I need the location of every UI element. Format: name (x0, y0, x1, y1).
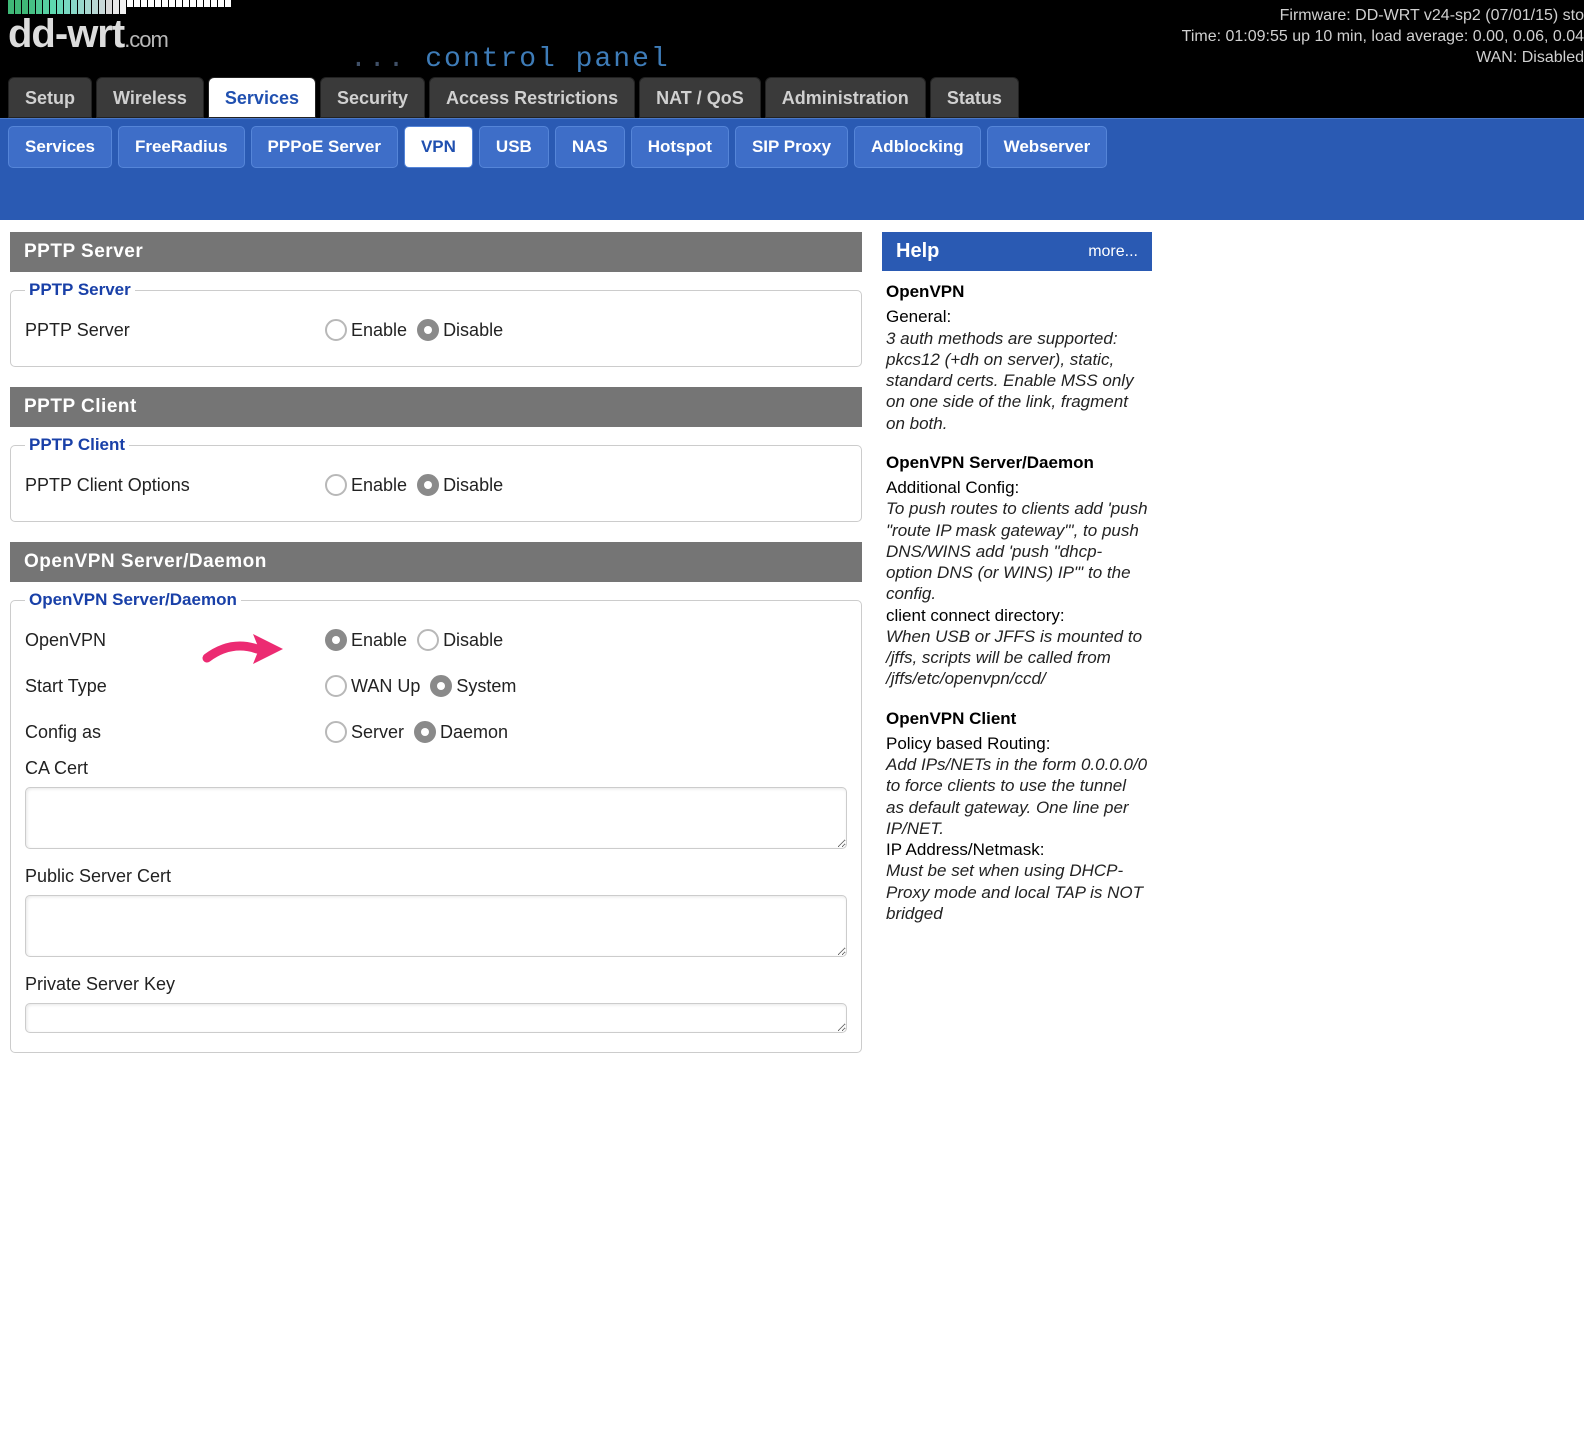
row-config-as: Config as Server Daemon (25, 712, 847, 752)
radio-openvpn-disable-label: Disable (443, 630, 503, 651)
radio-openvpn-enable[interactable] (325, 629, 347, 651)
firmware-text: Firmware: DD-WRT v24-sp2 (07/01/15) sto (1182, 6, 1584, 27)
section-openvpn-header: OpenVPN Server/Daemon (10, 542, 862, 582)
subtab-pppoe-server[interactable]: PPPoE Server (251, 126, 398, 168)
help-heading: OpenVPN Client (886, 708, 1148, 729)
subtab-usb[interactable]: USB (479, 126, 549, 168)
label-pptp-server: PPTP Server (25, 320, 325, 341)
fieldset-pptp-client: PPTP Client PPTP Client Options Enable D… (10, 435, 862, 522)
wan-text: WAN: Disabled (1182, 48, 1584, 69)
radio-pptp-server-disable-label: Disable (443, 320, 503, 341)
main-column: PPTP Server PPTP Server PPTP Server Enab… (10, 232, 862, 1073)
help-heading: OpenVPN (886, 281, 1148, 302)
radio-pptp-client-enable[interactable] (325, 474, 347, 496)
subtab-freeradius[interactable]: FreeRadius (118, 126, 245, 168)
textarea-ca-cert[interactable] (25, 787, 847, 849)
subtab-nas[interactable]: NAS (555, 126, 625, 168)
logo: dd-wrt.com (8, 0, 231, 52)
radio-pptp-server-enable[interactable] (325, 319, 347, 341)
radio-config-server-label: Server (351, 722, 404, 743)
textarea-private-key[interactable] (25, 1003, 847, 1033)
row-openvpn: OpenVPN Enable Disable (25, 620, 847, 660)
main-tabs: Setup Wireless Services Security Access … (0, 77, 1584, 118)
label-start-type: Start Type (25, 676, 325, 697)
legend-pptp-server: PPTP Server (25, 280, 135, 300)
radio-pptp-client-disable[interactable] (417, 474, 439, 496)
label-config-as: Config as (25, 722, 325, 743)
radio-openvpn-enable-label: Enable (351, 630, 407, 651)
legend-pptp-client: PPTP Client (25, 435, 129, 455)
section-pptp-client-header: PPTP Client (10, 387, 862, 427)
help-more-link[interactable]: more... (1088, 243, 1138, 261)
status-info: Firmware: DD-WRT v24-sp2 (07/01/15) sto … (1182, 6, 1584, 68)
help-sub: Policy based Routing: (886, 733, 1148, 754)
tab-security[interactable]: Security (320, 77, 425, 118)
help-text: 3 auth methods are supported: pkcs12 (+d… (886, 328, 1148, 434)
label-openvpn: OpenVPN (25, 630, 325, 651)
help-text: Add IPs/NETs in the form 0.0.0.0/0 to fo… (886, 754, 1148, 839)
label-public-cert: Public Server Cert (25, 866, 847, 887)
subtab-services[interactable]: Services (8, 126, 112, 168)
tab-nat-qos[interactable]: NAT / QoS (639, 77, 761, 118)
help-header: Help more... (882, 232, 1152, 271)
radio-start-wanup-label: WAN Up (351, 676, 420, 697)
subtab-webserver[interactable]: Webserver (987, 126, 1108, 168)
help-column: Help more... OpenVPN General: 3 auth met… (882, 232, 1152, 1073)
section-pptp-server-header: PPTP Server (10, 232, 862, 272)
sub-tabs: Services FreeRadius PPPoE Server VPN USB… (0, 118, 1584, 220)
tab-status[interactable]: Status (930, 77, 1019, 118)
textarea-public-cert[interactable] (25, 895, 847, 957)
help-sect-openvpn-client: OpenVPN Client Policy based Routing: Add… (886, 708, 1148, 925)
radio-start-wanup[interactable] (325, 675, 347, 697)
radio-config-daemon-label: Daemon (440, 722, 508, 743)
radio-config-server[interactable] (325, 721, 347, 743)
help-body: OpenVPN General: 3 auth methods are supp… (882, 271, 1152, 952)
time-text: Time: 01:09:55 up 10 min, load average: … (1182, 27, 1584, 48)
top-header: dd-wrt.com ... control panel Firmware: D… (0, 0, 1584, 77)
subtab-hotspot[interactable]: Hotspot (631, 126, 729, 168)
row-start-type: Start Type WAN Up System (25, 666, 847, 706)
help-sub: IP Address/Netmask: (886, 839, 1148, 860)
tab-administration[interactable]: Administration (765, 77, 926, 118)
logo-main: dd-wrt (8, 12, 124, 56)
subtab-vpn[interactable]: VPN (404, 126, 473, 168)
tab-services[interactable]: Services (208, 77, 316, 118)
label-private-key: Private Server Key (25, 974, 847, 995)
fieldset-openvpn: OpenVPN Server/Daemon OpenVPN Enable Dis… (10, 590, 862, 1053)
radio-pptp-client-enable-label: Enable (351, 475, 407, 496)
tab-access-restrictions[interactable]: Access Restrictions (429, 77, 635, 118)
help-sub: Additional Config: (886, 477, 1148, 498)
radio-config-daemon[interactable] (414, 721, 436, 743)
radio-pptp-server-disable[interactable] (417, 319, 439, 341)
row-pptp-server: PPTP Server Enable Disable (25, 310, 847, 350)
radio-openvpn-disable[interactable] (417, 629, 439, 651)
help-text: Must be set when using DHCP-Proxy mode a… (886, 860, 1148, 924)
subtab-sip-proxy[interactable]: SIP Proxy (735, 126, 848, 168)
help-title: Help (896, 240, 939, 263)
radio-pptp-client-disable-label: Disable (443, 475, 503, 496)
help-text: To push routes to clients add 'push "rou… (886, 498, 1148, 604)
control-panel-text: ... control panel (350, 44, 670, 75)
help-heading: OpenVPN Server/Daemon (886, 452, 1148, 473)
tab-setup[interactable]: Setup (8, 77, 92, 118)
logo-sub: .com (124, 27, 168, 52)
help-sub: General: (886, 306, 1148, 327)
cp-label: control panel (425, 44, 669, 75)
label-pptp-client: PPTP Client Options (25, 475, 325, 496)
tab-wireless[interactable]: Wireless (96, 77, 204, 118)
label-ca-cert: CA Cert (25, 758, 847, 779)
fieldset-pptp-server: PPTP Server PPTP Server Enable Disable (10, 280, 862, 367)
radio-start-system-label: System (456, 676, 516, 697)
radio-start-system[interactable] (430, 675, 452, 697)
help-sub: client connect directory: (886, 605, 1148, 626)
help-sect-openvpn-server: OpenVPN Server/Daemon Additional Config:… (886, 452, 1148, 690)
row-pptp-client: PPTP Client Options Enable Disable (25, 465, 847, 505)
cp-dots: ... (350, 44, 406, 75)
help-text: When USB or JFFS is mounted to /jffs, sc… (886, 626, 1148, 690)
logo-text: dd-wrt.com (8, 16, 231, 52)
radio-pptp-server-enable-label: Enable (351, 320, 407, 341)
subtab-adblocking[interactable]: Adblocking (854, 126, 981, 168)
legend-openvpn: OpenVPN Server/Daemon (25, 590, 241, 610)
help-sect-openvpn: OpenVPN General: 3 auth methods are supp… (886, 281, 1148, 434)
